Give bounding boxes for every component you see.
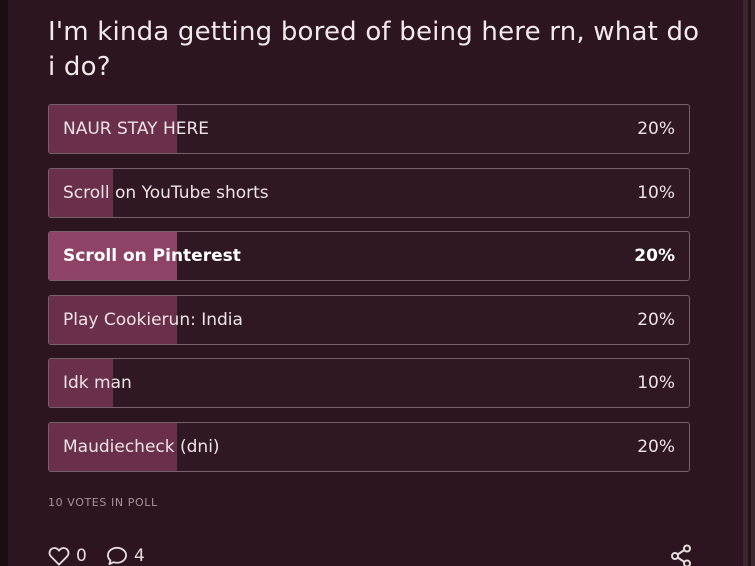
poll-option[interactable]: Play Cookierun: India 20% [48, 294, 690, 345]
speech-bubble-icon [106, 546, 128, 566]
like-count: 0 [76, 546, 87, 566]
poll-option-percent: 20% [634, 246, 675, 266]
poll-option-label: Idk man [63, 373, 132, 393]
left-edge [0, 0, 8, 566]
poll-option-label: Play Cookierun: India [63, 309, 243, 330]
poll-question: I'm kinda getting bored of being here rn… [48, 17, 700, 82]
like-button[interactable]: 0 [48, 544, 87, 566]
poll-option[interactable]: Idk man 10% [48, 358, 690, 408]
poll-option-percent: 10% [637, 182, 675, 203]
poll-option-percent: 20% [637, 119, 675, 139]
poll-option[interactable]: Scroll on YouTube shorts 10% [48, 167, 690, 218]
poll-options: NAUR STAY HERE 20% Scroll on YouTube sho… [48, 104, 690, 485]
poll-option-percent: 10% [637, 373, 675, 393]
poll-option-label: Scroll on YouTube shorts [63, 182, 269, 203]
share-button[interactable] [670, 544, 692, 566]
reply-count: 4 [134, 546, 145, 566]
poll-option-label: Maudiecheck (dni) [63, 436, 220, 457]
share-icon [670, 544, 692, 566]
vote-count: 10 VOTES IN POLL [48, 496, 158, 509]
poll-option[interactable]: Scroll on Pinterest 20% [48, 231, 690, 281]
poll-option-label: NAUR STAY HERE [63, 119, 210, 139]
post-actions: 0 4 [48, 544, 692, 566]
reply-button[interactable]: 4 [106, 544, 145, 566]
heart-outline-icon [48, 546, 70, 566]
poll-option-label: Scroll on Pinterest [63, 246, 241, 266]
poll-option-percent: 20% [637, 436, 675, 457]
poll-post: I'm kinda getting bored of being here rn… [0, 0, 755, 566]
poll-option[interactable]: Maudiecheck (dni) 20% [48, 421, 690, 472]
poll-option-percent: 20% [637, 309, 675, 330]
scrollbar-thumb[interactable] [748, 0, 751, 566]
scrollbar-track[interactable] [743, 0, 755, 566]
poll-option[interactable]: NAUR STAY HERE 20% [48, 104, 690, 154]
